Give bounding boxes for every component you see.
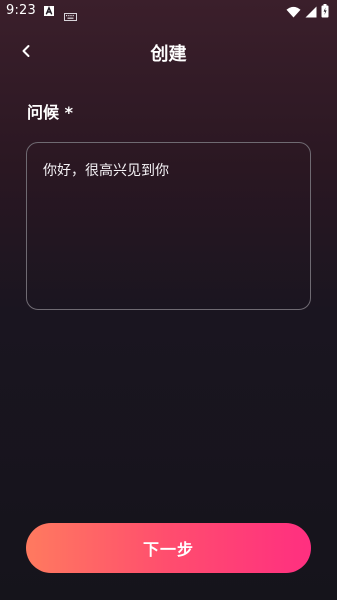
next-button[interactable]: 下一步 bbox=[26, 523, 311, 573]
wifi-icon bbox=[286, 3, 301, 22]
greeting-label: 问候 * bbox=[27, 103, 73, 122]
battery-icon bbox=[321, 3, 329, 22]
greeting-input[interactable]: 你好，很高兴见到你 bbox=[27, 143, 310, 309]
header: 创建 bbox=[0, 30, 337, 74]
status-time: 9:23 bbox=[6, 3, 36, 18]
greeting-field: 你好，很高兴见到你 bbox=[26, 142, 311, 310]
signal-icon bbox=[305, 3, 317, 22]
keyboard-icon bbox=[64, 6, 77, 21]
text-a-icon bbox=[44, 6, 54, 16]
page-title: 创建 bbox=[150, 44, 187, 65]
status-bar: 9:23 bbox=[0, 0, 337, 24]
status-icons bbox=[286, 3, 329, 22]
